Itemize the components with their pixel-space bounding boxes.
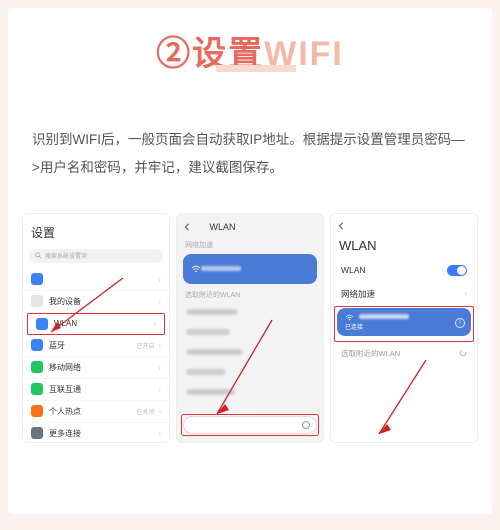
highlight-box <box>334 306 474 342</box>
wlan-accel-label: 网络加速 <box>177 236 323 252</box>
wlan-accel-row[interactable]: 网络加速 › <box>331 282 477 306</box>
list-item[interactable] <box>177 322 323 342</box>
wifi-icon <box>191 265 201 273</box>
row-sub: 已关闭 <box>136 407 154 416</box>
title-underline <box>216 65 296 72</box>
wlan-nearby-list <box>177 302 323 402</box>
chevron-right-icon: › <box>464 289 467 298</box>
wlan-toggle-label: WLAN <box>341 265 447 275</box>
settings-row[interactable]: 我的设备 › <box>23 291 169 313</box>
wlan-nearby-row: 选取附近的WLAN <box>331 338 477 365</box>
settings-search[interactable]: 搜索系统设置项 <box>29 249 163 263</box>
row-icon <box>31 361 43 373</box>
step-number: ② <box>156 35 192 73</box>
row-sub: 已开启 <box>136 341 154 350</box>
settings-row[interactable]: › <box>23 269 169 291</box>
wlan-connected-card[interactable] <box>183 254 317 284</box>
row-icon <box>31 383 43 395</box>
wlan-nearby-label2: 选取附近的WLAN <box>341 348 459 359</box>
highlight-box <box>181 414 319 436</box>
settings-title: 设置 <box>23 214 169 247</box>
chevron-right-icon: › <box>158 363 161 372</box>
row-label: 更多连接 <box>49 428 154 439</box>
list-item[interactable] <box>177 382 323 402</box>
settings-row[interactable]: 蓝牙已开启 › <box>23 335 169 357</box>
row-icon <box>31 427 43 439</box>
settings-row[interactable]: 更多连接 › <box>23 423 169 443</box>
wlan-top-bar <box>331 214 477 236</box>
row-label: 我的设备 <box>49 296 154 307</box>
row-icon <box>31 405 43 417</box>
row-icon <box>31 295 43 307</box>
search-placeholder: 搜索系统设置项 <box>45 251 87 260</box>
screenshots-row: 设置 搜索系统设置项 ›我的设备›WLAN›蓝牙已开启›移动网络›互联互通›个人… <box>22 213 478 443</box>
wlan-accel-label2: 网络加速 <box>341 288 464 300</box>
settings-row[interactable]: 互联互通 › <box>23 379 169 401</box>
phone-settings: 设置 搜索系统设置项 ›我的设备›WLAN›蓝牙已开启›移动网络›互联互通›个人… <box>22 213 170 443</box>
description-text: 识别到WIFI后，一般页面会自动获取IP地址。根据提示设置管理员密码—>用户名和… <box>32 126 468 183</box>
row-icon <box>31 273 43 285</box>
chevron-right-icon: › <box>153 319 156 328</box>
phone-wlan-page: WLAN WLAN 网络加速 › 已连接 i <box>330 213 478 443</box>
chevron-right-icon: › <box>158 407 161 416</box>
wlan-header-bar: WLAN <box>177 214 323 236</box>
row-label: 个人热点 <box>49 406 136 417</box>
row-label: WLAN <box>54 319 149 328</box>
wlan-nearby-label: 选取附近的WLAN <box>177 286 323 302</box>
wlan-header-title: WLAN <box>191 222 254 232</box>
settings-row[interactable]: 个人热点已关闭 › <box>23 401 169 423</box>
chevron-right-icon: › <box>158 275 161 284</box>
arrow-3 <box>371 354 441 443</box>
chevron-right-icon: › <box>158 341 161 350</box>
row-label: 蓝牙 <box>49 340 136 351</box>
back-icon[interactable] <box>183 223 191 231</box>
row-label: 互联互通 <box>49 384 154 395</box>
row-label: 移动网络 <box>49 362 154 373</box>
wlan-toggle[interactable] <box>447 265 467 276</box>
chevron-right-icon: › <box>158 297 161 306</box>
back-icon[interactable] <box>337 222 345 230</box>
list-item[interactable] <box>177 342 323 362</box>
list-item[interactable] <box>177 362 323 382</box>
chevron-right-icon: › <box>158 429 161 438</box>
search-icon <box>35 252 42 259</box>
row-icon <box>36 318 48 330</box>
spinner-icon <box>459 349 467 357</box>
chevron-right-icon: › <box>158 385 161 394</box>
wlan-page-title: WLAN <box>331 236 477 259</box>
list-item[interactable] <box>177 302 323 322</box>
row-icon <box>31 339 43 351</box>
settings-row[interactable]: WLAN › <box>27 313 165 335</box>
phone-wlan-select: WLAN 网络加速 选取附近的WLAN <box>176 213 324 443</box>
settings-row[interactable]: 移动网络 › <box>23 357 169 379</box>
wlan-toggle-row[interactable]: WLAN <box>331 259 477 282</box>
